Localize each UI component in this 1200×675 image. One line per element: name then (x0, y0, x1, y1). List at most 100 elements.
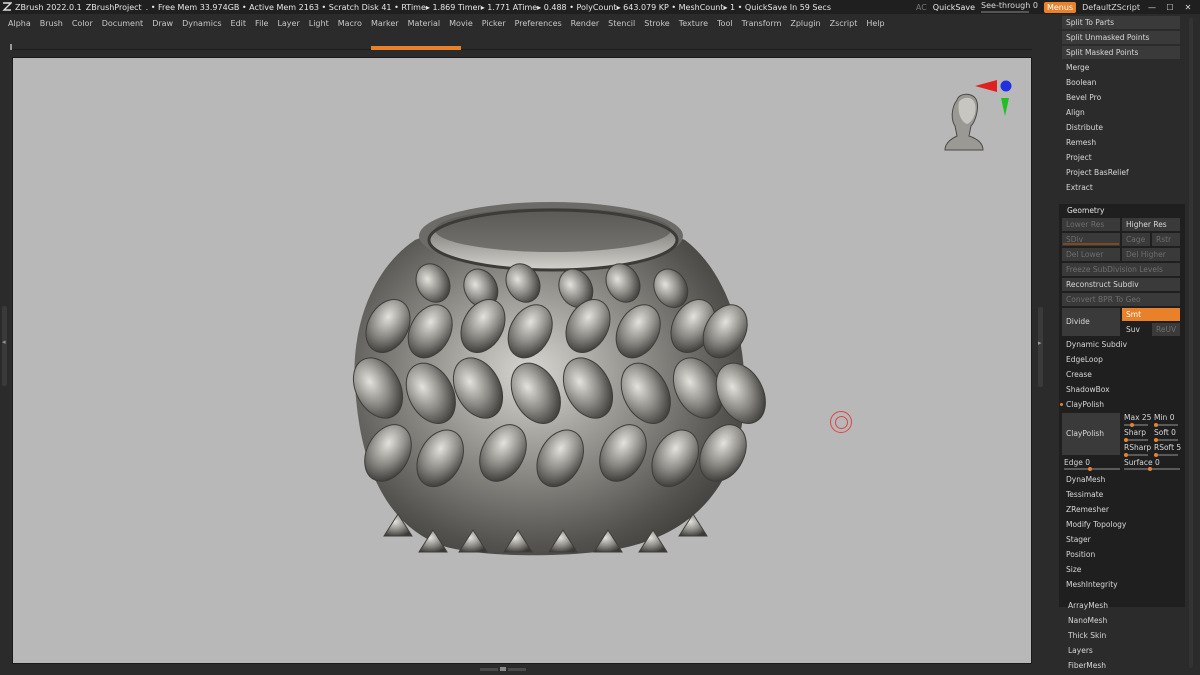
shadowbox-button[interactable]: ShadowBox (1062, 383, 1180, 396)
surface-slider[interactable] (1124, 467, 1180, 471)
size-subpalette[interactable]: Size (1062, 563, 1180, 576)
smt-toggle[interactable]: Smt (1122, 308, 1180, 321)
edge-slider[interactable] (1064, 467, 1120, 471)
min-slider-label[interactable]: Min 0 (1154, 412, 1174, 424)
remesh-button[interactable]: Remesh (1062, 136, 1180, 149)
higher-res-button[interactable]: Higher Res (1122, 218, 1180, 231)
see-through-slider[interactable]: See-through 0 (981, 1, 1038, 13)
reuv-button[interactable]: ReUV (1152, 323, 1180, 336)
sharp-slider[interactable] (1124, 438, 1148, 442)
default-zscript-button[interactable]: DefaultZScript (1082, 3, 1140, 12)
divide-button[interactable]: Divide (1062, 308, 1120, 336)
menu-stencil[interactable]: Stencil (608, 19, 635, 28)
convert-bpr-button[interactable]: Convert BPR To Geo (1062, 293, 1180, 306)
menu-color[interactable]: Color (72, 19, 93, 28)
maximize-icon[interactable]: ☐ (1164, 1, 1176, 13)
menu-preferences[interactable]: Preferences (515, 19, 562, 28)
menu-edit[interactable]: Edit (231, 19, 247, 28)
split-masked-points-button[interactable]: Split Masked Points (1062, 46, 1180, 59)
surface-slider-knob[interactable] (1148, 467, 1152, 471)
menu-file[interactable]: File (255, 19, 268, 28)
suv-toggle[interactable]: Suv (1122, 323, 1150, 336)
menu-help[interactable]: Help (866, 19, 884, 28)
claypolish-section-toggle[interactable]: ClayPolish (1062, 398, 1180, 411)
menu-document[interactable]: Document (102, 19, 143, 28)
split-unmasked-points-button[interactable]: Split Unmasked Points (1062, 31, 1180, 44)
nanomesh-subpalette[interactable]: NanoMesh (1064, 614, 1182, 627)
menu-brush[interactable]: Brush (40, 19, 63, 28)
rsoft-slider[interactable] (1154, 453, 1178, 457)
menu-draw[interactable]: Draw (152, 19, 173, 28)
menu-stroke[interactable]: Stroke (644, 19, 670, 28)
lower-res-button[interactable]: Lower Res (1062, 218, 1120, 231)
stager-subpalette[interactable]: Stager (1062, 533, 1180, 546)
menu-zscript[interactable]: Zscript (830, 19, 858, 28)
menus-toggle-button[interactable]: Menus (1043, 1, 1077, 13)
reconstruct-subdiv-button[interactable]: Reconstruct Subdiv (1062, 278, 1180, 291)
claypolish-button[interactable]: ClayPolish (1062, 413, 1120, 455)
menu-material[interactable]: Material (408, 19, 441, 28)
fibermesh-subpalette[interactable]: FiberMesh (1064, 659, 1182, 672)
meshintegrity-subpalette[interactable]: MeshIntegrity (1062, 578, 1180, 591)
merge-button[interactable]: Merge (1062, 61, 1180, 74)
layers-subpalette[interactable]: Layers (1064, 644, 1182, 657)
thick-skin-subpalette[interactable]: Thick Skin (1064, 629, 1182, 642)
orientation-head-icon[interactable] (944, 93, 984, 151)
geometry-title[interactable]: Geometry (1067, 205, 1104, 217)
menu-tool[interactable]: Tool (717, 19, 733, 28)
pot-model[interactable] (344, 202, 776, 556)
axis-gizmo-icon[interactable] (975, 80, 1012, 116)
tray-scrollbar[interactable] (1188, 18, 1194, 668)
del-lower-button[interactable]: Del Lower (1062, 248, 1120, 261)
soft-slider[interactable] (1154, 438, 1178, 442)
position-subpalette[interactable]: Position (1062, 548, 1180, 561)
project-button[interactable]: Project (1062, 151, 1180, 164)
max-slider[interactable] (1124, 423, 1148, 427)
del-higher-button[interactable]: Del Higher (1122, 248, 1180, 261)
project-basrelief-button[interactable]: Project BasRelief (1062, 166, 1180, 179)
soft-slider-label[interactable]: Soft 0 (1154, 427, 1176, 439)
sharp-slider-label[interactable]: Sharp (1124, 427, 1146, 439)
left-dock-arrow-icon[interactable]: ◂ (2, 338, 6, 346)
minimize-icon[interactable]: — (1146, 1, 1158, 13)
max-slider-label[interactable]: Max 25 (1124, 412, 1151, 424)
right-dock-arrow-icon[interactable]: ▸ (1038, 339, 1042, 347)
boolean-button[interactable]: Boolean (1062, 76, 1180, 89)
quicksave-button[interactable]: QuickSave (933, 3, 975, 12)
rstr-button[interactable]: Rstr (1152, 233, 1180, 246)
menu-movie[interactable]: Movie (449, 19, 473, 28)
rsharp-slider[interactable] (1124, 453, 1148, 457)
menu-dynamics[interactable]: Dynamics (182, 19, 221, 28)
dynamic-subdiv-button[interactable]: Dynamic Subdiv (1062, 338, 1180, 351)
active-tab-indicator[interactable] (371, 46, 461, 50)
left-dock-handle[interactable] (2, 306, 7, 386)
menu-light[interactable]: Light (309, 19, 329, 28)
menu-render[interactable]: Render (571, 19, 599, 28)
min-slider[interactable] (1154, 423, 1178, 427)
extract-button[interactable]: Extract (1062, 181, 1180, 194)
menu-texture[interactable]: Texture (679, 19, 708, 28)
zremesher-subpalette[interactable]: ZRemesher (1062, 503, 1180, 516)
menu-layer[interactable]: Layer (277, 19, 299, 28)
menu-transform[interactable]: Transform (742, 19, 782, 28)
bevel-pro-button[interactable]: Bevel Pro (1062, 91, 1180, 104)
split-to-parts-button[interactable]: Split To Parts (1062, 16, 1180, 29)
menu-zplugin[interactable]: Zplugin (790, 19, 820, 28)
menu-marker[interactable]: Marker (371, 19, 399, 28)
right-dock-handle[interactable] (1038, 307, 1043, 387)
distribute-button[interactable]: Distribute (1062, 121, 1180, 134)
rsharp-slider-label[interactable]: RSharp (1124, 442, 1151, 454)
tessimate-subpalette[interactable]: Tessimate (1062, 488, 1180, 501)
canvas-bottom-handle[interactable] (480, 666, 532, 672)
ac-button[interactable]: AC (916, 3, 927, 12)
crease-button[interactable]: Crease (1062, 368, 1180, 381)
freeze-subdivision-button[interactable]: Freeze SubDivision Levels (1062, 263, 1180, 276)
menu-picker[interactable]: Picker (482, 19, 506, 28)
arraymesh-subpalette[interactable]: ArrayMesh (1064, 599, 1182, 612)
close-icon[interactable]: ✕ (1182, 1, 1194, 13)
edge-slider-knob[interactable] (1088, 467, 1092, 471)
modify-topology-subpalette[interactable]: Modify Topology (1062, 518, 1180, 531)
cage-button[interactable]: Cage (1122, 233, 1150, 246)
menu-alpha[interactable]: Alpha (8, 19, 31, 28)
align-button[interactable]: Align (1062, 106, 1180, 119)
